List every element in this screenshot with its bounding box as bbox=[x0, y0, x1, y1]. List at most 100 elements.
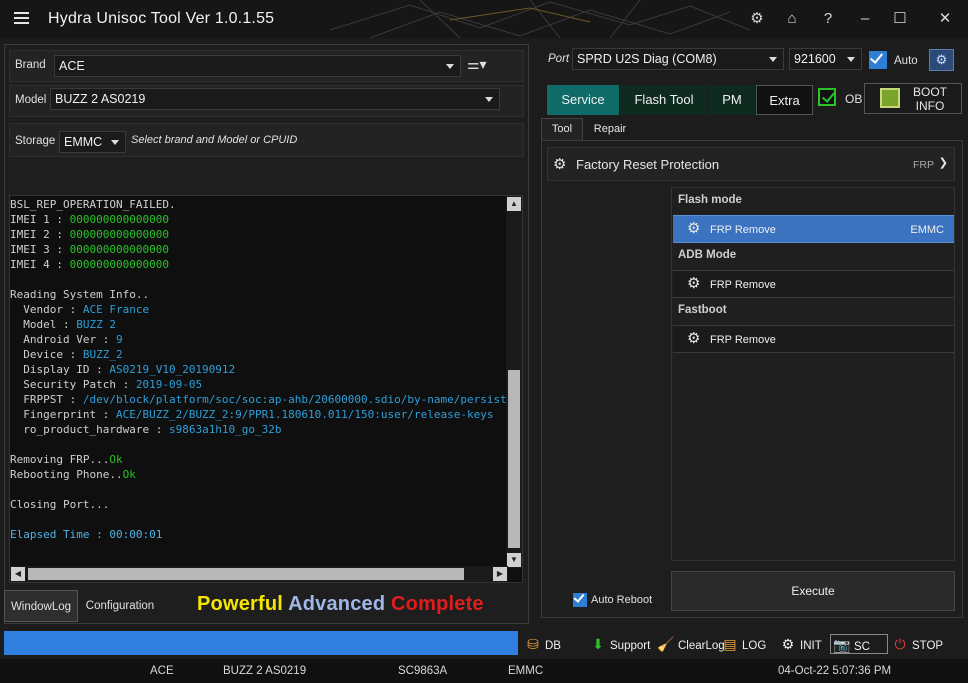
boot-info-button[interactable]: BOOT INFO bbox=[864, 83, 962, 114]
log-line: IMEI 2 : 000000000000000 bbox=[10, 227, 506, 242]
log-segment: 000000000000000 bbox=[69, 228, 169, 241]
log-segment: BSL_REP_OPERATION_FAILED. bbox=[10, 198, 176, 211]
log-segment: Model : bbox=[10, 318, 77, 331]
tab-flash-tool[interactable]: Flash Tool bbox=[620, 85, 708, 115]
chevron-down-icon bbox=[847, 57, 855, 62]
help-icon[interactable]: ? bbox=[817, 8, 839, 30]
settings-gear-icon[interactable]: ⚙ bbox=[746, 8, 768, 30]
scroll-right-icon[interactable]: ▶ bbox=[493, 567, 507, 581]
baud-select-value: 921600 bbox=[794, 52, 836, 66]
chevron-down-icon bbox=[446, 64, 454, 69]
menu-icon[interactable] bbox=[14, 12, 29, 24]
ob-label: OB bbox=[845, 92, 863, 106]
auto-checkbox[interactable] bbox=[869, 50, 887, 69]
tab-extra[interactable]: Extra bbox=[756, 85, 813, 115]
log-segment: Ok bbox=[109, 453, 123, 466]
brand-select[interactable]: ACE bbox=[54, 55, 461, 77]
chip-icon bbox=[880, 88, 900, 108]
storage-select[interactable]: EMMC bbox=[59, 131, 126, 153]
auto-label: Auto bbox=[894, 55, 918, 67]
log-text: BSL_REP_OPERATION_FAILED. IMEI 1 : 000000… bbox=[10, 197, 506, 565]
log-button[interactable]: ▤ LOG bbox=[721, 634, 766, 654]
close-icon[interactable]: ✕ bbox=[934, 8, 956, 30]
log-vertical-scrollbar[interactable]: ▲ ▼ bbox=[506, 196, 522, 568]
log-line: FRPPST : /dev/block/platform/soc/soc:ap-… bbox=[10, 392, 506, 407]
log-line: Elapsed Time : 00:00:01 bbox=[10, 527, 506, 542]
subtab-tool[interactable]: Tool bbox=[541, 118, 583, 140]
log-segment: Display ID : bbox=[10, 363, 110, 376]
frp-section-tag: FRP bbox=[913, 159, 934, 171]
status-cpu: SC9863A bbox=[398, 665, 448, 677]
frp-remove-tag: EMMC bbox=[910, 224, 944, 236]
log-segment: 000000000000000 bbox=[69, 243, 169, 256]
frp-remove-fastboot[interactable]: ⚙ FRP Remove bbox=[673, 325, 954, 353]
log-line: Security Patch : 2019-09-05 bbox=[10, 377, 506, 392]
log-segment: Elapsed Time : 00:00:01 bbox=[10, 528, 163, 541]
log-file-icon: ▤ bbox=[723, 636, 737, 652]
log-line: ro_product_hardware : s9863a1h10_go_32b bbox=[10, 422, 506, 437]
init-label: INIT bbox=[800, 640, 822, 652]
database-icon: ⛁ bbox=[527, 636, 539, 652]
log-segment: Device : bbox=[10, 348, 83, 361]
chevron-down-icon: ❯ bbox=[938, 157, 948, 169]
tab-pm[interactable]: PM bbox=[709, 85, 755, 115]
broom-icon: 🧹 bbox=[657, 636, 675, 652]
title-bar: Hydra Unisoc Tool Ver 1.0.1.55 ⚙ ⌂ ? – ☐… bbox=[0, 0, 968, 38]
scroll-thumb[interactable] bbox=[28, 568, 464, 580]
log-line: Reading System Info.. bbox=[10, 287, 506, 302]
tagline-advanced: Advanced bbox=[288, 593, 386, 615]
stop-label: STOP bbox=[912, 640, 944, 652]
tab-configuration[interactable]: Configuration bbox=[80, 590, 160, 622]
subtab-repair[interactable]: Repair bbox=[585, 118, 635, 140]
boot-info-line2: INFO bbox=[915, 99, 945, 113]
execute-button[interactable]: Execute bbox=[671, 571, 955, 611]
frp-section-header[interactable]: ⚙ Factory Reset Protection FRP ❯ bbox=[547, 147, 955, 181]
storage-select-value: EMMC bbox=[64, 135, 103, 149]
status-model: BUZZ 2 AS0219 bbox=[223, 665, 307, 677]
support-button[interactable]: ⬇ Support bbox=[589, 634, 650, 654]
log-segment: IMEI 1 : bbox=[10, 213, 70, 226]
auto-reboot-checkbox[interactable] bbox=[573, 591, 587, 607]
scroll-down-icon[interactable]: ▼ bbox=[507, 553, 521, 567]
log-line: Device : BUZZ_2 bbox=[10, 347, 506, 362]
chevron-down-icon bbox=[111, 140, 119, 145]
window-log[interactable]: BSL_REP_OPERATION_FAILED. IMEI 1 : 000000… bbox=[9, 195, 523, 583]
log-segment: BUZZ 2 bbox=[76, 318, 116, 331]
frp-remove-label: FRP Remove bbox=[710, 224, 776, 236]
ob-checkbox[interactable] bbox=[818, 88, 836, 106]
log-segment: Removing FRP... bbox=[10, 453, 110, 466]
frp-remove-adb-mode[interactable]: ⚙ FRP Remove bbox=[673, 270, 954, 298]
tab-service[interactable]: Service bbox=[547, 85, 619, 115]
log-segment: 000000000000000 bbox=[69, 213, 169, 226]
brand-model-hint: Select brand and Model or CPUID bbox=[131, 134, 298, 146]
clearlog-button[interactable]: 🧹 ClearLog bbox=[657, 634, 724, 654]
minimize-icon[interactable]: – bbox=[854, 8, 876, 30]
sc-button[interactable]: 📷 SC bbox=[830, 634, 888, 654]
model-select[interactable]: BUZZ 2 AS0219 bbox=[50, 88, 500, 110]
db-button[interactable]: ⛁ DB bbox=[524, 634, 561, 654]
log-segment: Ok bbox=[122, 468, 136, 481]
port-select[interactable]: SPRD U2S Diag (COM8) bbox=[572, 48, 784, 70]
scroll-left-icon[interactable]: ◀ bbox=[11, 567, 25, 581]
tab-windowlog[interactable]: WindowLog bbox=[4, 590, 78, 622]
title-bar-background-art bbox=[330, 0, 750, 38]
scroll-thumb[interactable] bbox=[508, 370, 520, 548]
init-button[interactable]: ⚙ INIT bbox=[779, 634, 822, 654]
status-bar: ACE BUZZ 2 AS0219 SC9863A EMMC 04-Oct-22… bbox=[0, 659, 968, 683]
log-horizontal-scrollbar[interactable]: ◀ ▶ bbox=[10, 566, 508, 582]
gear-icon: ⚙ bbox=[781, 636, 795, 652]
model-select-value: BUZZ 2 AS0219 bbox=[55, 92, 146, 106]
home-icon[interactable]: ⌂ bbox=[781, 8, 803, 30]
port-refresh-icon[interactable]: ⚙ bbox=[929, 49, 954, 71]
frp-remove-flash-mode[interactable]: ⚙ FRP Remove EMMC bbox=[673, 215, 954, 243]
filter-settings-icon[interactable]: ⚌▾ bbox=[467, 56, 497, 74]
brand-select-value: ACE bbox=[59, 59, 85, 73]
gear-icon: ⚙ bbox=[687, 220, 701, 237]
tagline-complete: Complete bbox=[391, 593, 484, 615]
scroll-up-icon[interactable]: ▲ bbox=[507, 197, 521, 211]
baud-select[interactable]: 921600 bbox=[789, 48, 862, 70]
maximize-icon[interactable]: ☐ bbox=[889, 8, 911, 30]
stop-button[interactable]: ⏻ STOP bbox=[891, 634, 943, 654]
log-segment: 9 bbox=[115, 333, 123, 346]
